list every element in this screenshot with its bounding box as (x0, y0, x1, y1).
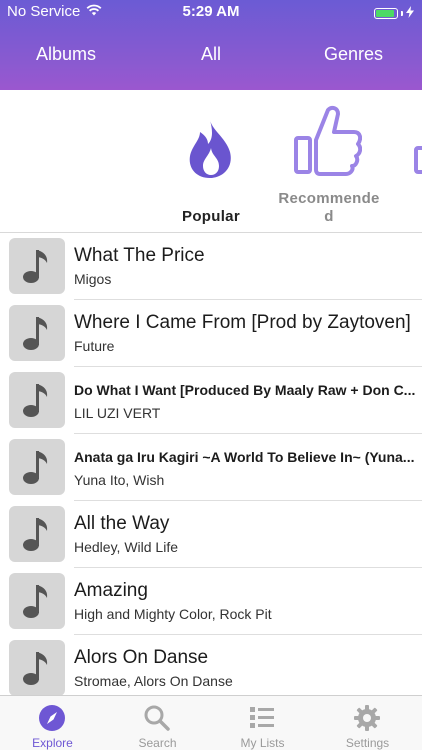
tab-label-my-lists: My Lists (240, 736, 285, 750)
tab-bar: Explore Search My Lists Settings (0, 695, 422, 750)
charging-bolt-icon (406, 5, 414, 22)
header: No Service 5:29 AM Albums All Genres (0, 0, 422, 90)
compass-icon (38, 704, 66, 732)
status-right (374, 5, 414, 22)
battery-nub (401, 11, 403, 16)
music-note-icon (9, 506, 65, 562)
category-label-recommended-line2: d (324, 208, 334, 225)
song-artist: High and Mighty Color, Rock Pit (74, 606, 272, 622)
category-label-recommended-line1: Recommende (278, 190, 380, 207)
list-item[interactable]: Where I Came From [Prod by Zaytoven] Fut… (0, 300, 422, 367)
tab-explore[interactable]: Explore (0, 696, 105, 751)
song-artist: Hedley, Wild Life (74, 539, 179, 555)
tab-my-lists[interactable]: My Lists (210, 696, 315, 751)
song-title: Alors On Danse (74, 647, 209, 668)
category-label-popular: Popular (182, 208, 240, 225)
list-item[interactable]: What The Price Migos (0, 233, 422, 300)
thumbs-up-icon (294, 104, 363, 181)
list-icon (248, 704, 276, 732)
segment-nav: Albums All Genres (0, 44, 422, 70)
song-title: Where I Came From [Prod by Zaytoven] (74, 312, 411, 333)
song-title: Anata ga Iru Kagiri ~A World To Believe … (74, 449, 415, 465)
music-note-icon (9, 238, 65, 294)
flame-icon (188, 118, 234, 183)
list-item[interactable]: Anata ga Iru Kagiri ~A World To Believe … (0, 434, 422, 501)
category-strip: Popular Recommende d (0, 90, 422, 233)
tab-albums[interactable]: Albums (36, 44, 96, 65)
tab-label-settings: Settings (345, 736, 390, 750)
music-note-icon (9, 573, 65, 629)
song-title: Do What I Want [Produced By Maaly Raw + … (74, 382, 416, 398)
song-artist: Yuna Ito, Wish (74, 472, 165, 488)
song-artist: LIL UZI VERT (74, 405, 161, 421)
partial-category-icon (412, 142, 422, 182)
search-icon (143, 704, 171, 732)
music-note-icon (9, 372, 65, 428)
song-list: What The Price Migos Where I Came From [… (0, 233, 422, 695)
song-artist: Migos (74, 271, 112, 287)
status-time: 5:29 AM (182, 3, 240, 20)
music-note-icon (9, 305, 65, 361)
song-title: Amazing (74, 580, 148, 601)
song-title: All the Way (74, 513, 170, 534)
list-item[interactable]: Alors On Danse Stromae, Alors On Danse (0, 635, 422, 695)
list-item[interactable]: All the Way Hedley, Wild Life (0, 501, 422, 568)
category-label-recommended: Recommende d (274, 190, 384, 226)
battery-icon (374, 8, 398, 19)
status-bar: No Service 5:29 AM (0, 0, 422, 24)
tab-all[interactable]: All (201, 44, 221, 65)
tab-search[interactable]: Search (105, 696, 210, 751)
gear-icon (353, 704, 381, 732)
tab-settings[interactable]: Settings (315, 696, 420, 751)
tab-label-explore: Explore (32, 736, 73, 750)
tab-label-search: Search (138, 736, 177, 750)
song-artist: Stromae, Alors On Danse (74, 673, 233, 689)
song-artist: Future (74, 338, 115, 354)
music-note-icon (9, 439, 65, 495)
music-note-icon (9, 640, 65, 695)
list-item[interactable]: Amazing High and Mighty Color, Rock Pit (0, 568, 422, 635)
list-item[interactable]: Do What I Want [Produced By Maaly Raw + … (0, 367, 422, 434)
tab-genres[interactable]: Genres (324, 44, 383, 65)
song-title: What The Price (74, 245, 205, 266)
